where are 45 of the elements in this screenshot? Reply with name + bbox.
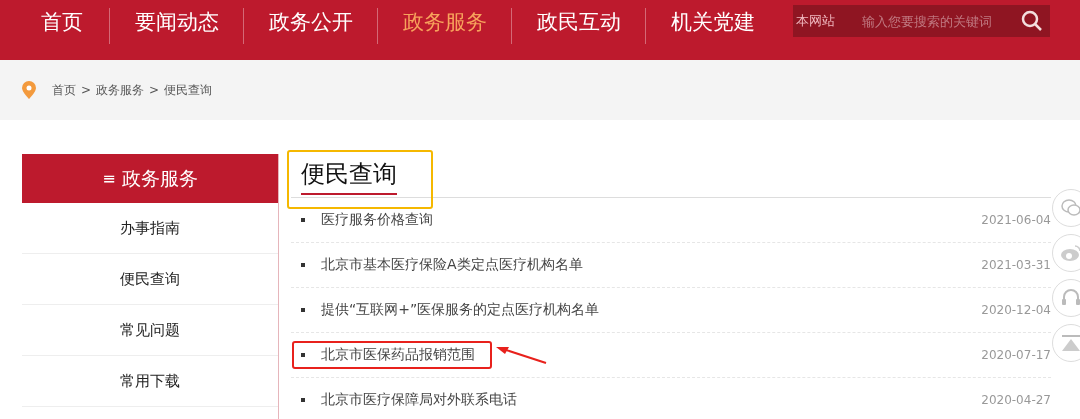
chat-icon [1060,198,1080,218]
nav-tab[interactable]: 要闻动态 [110,8,244,44]
article-date: 2020-04-27 [981,393,1051,407]
bullet [301,398,305,402]
article-link[interactable]: 北京市医保药品报销范围 [321,346,475,364]
sidebar-item[interactable]: 便民查询 [22,254,278,305]
bullet [301,353,305,357]
float-button[interactable] [1052,324,1080,362]
article-date: 2021-03-31 [981,258,1051,272]
sidebar-title: 政务服务 [121,165,198,191]
breadcrumb-link[interactable]: 首页 [52,81,76,99]
nav-tab[interactable]: 政民互动 [512,8,646,44]
arrow-drawing [495,345,547,365]
menu-glyph: ≡ [102,169,116,188]
sidebar-item[interactable]: 常见问题 [22,305,278,356]
search-field[interactable]: 输入您要搜索的关键词 [860,5,1016,37]
sidebar-item[interactable]: 办事指南 [22,203,278,254]
article-link[interactable]: 北京市基本医疗保险A类定点医疗机构名单 [321,256,583,274]
float-button[interactable] [1052,189,1080,227]
weibo-icon [1060,244,1080,262]
float-button[interactable] [1052,234,1080,272]
breadcrumb-separator: > [149,83,160,97]
search-button[interactable] [1016,5,1050,37]
float-button[interactable] [1052,279,1080,317]
sidebar-item[interactable]: 常用下载 [22,356,278,407]
breadcrumb-link[interactable]: 政务服务 [96,81,145,99]
bullet [301,263,305,267]
search-icon [1020,9,1044,33]
location-pin-icon [22,81,36,99]
breadcrumb-link[interactable]: 便民查询 [164,81,213,99]
article-link[interactable]: 提供“互联网+”医保服务的定点医疗机构名单 [321,301,600,319]
article-date: 2021-06-04 [981,213,1051,227]
bullet [301,308,305,312]
article-date: 2020-07-17 [981,348,1051,362]
breadcrumb-separator: > [81,83,92,97]
bullet [301,218,305,222]
section-title: 便民查询 [301,154,397,195]
nav-tab[interactable]: 机关党建 [646,8,780,44]
search-scope[interactable]: 本网站 [793,5,860,37]
back-to-top-icon [1060,333,1080,353]
nav-tab[interactable]: 政务公开 [244,8,378,44]
article-date: 2020-12-04 [981,303,1051,317]
article-link[interactable]: 北京市医疗保障局对外联系电话 [321,391,517,409]
article-link[interactable]: 医疗服务价格查询 [321,211,433,229]
nav-tab[interactable]: 首页 [14,8,110,44]
